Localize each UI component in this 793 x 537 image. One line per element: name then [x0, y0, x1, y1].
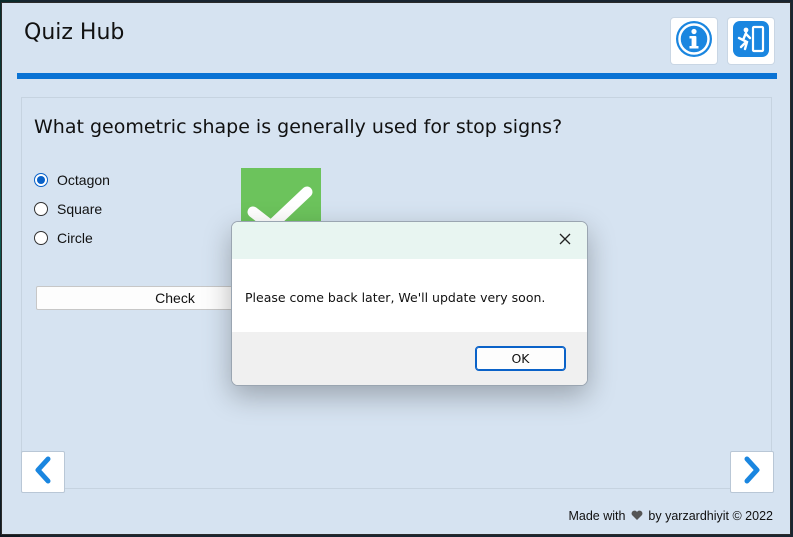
radio-circle[interactable] — [34, 231, 48, 245]
radio-octagon[interactable] — [34, 173, 48, 187]
message-dialog: Please come back later, We'll update ver… — [231, 221, 588, 386]
info-icon — [674, 19, 714, 63]
dialog-close-button[interactable] — [555, 230, 575, 250]
question-text: What geometric shape is generally used f… — [34, 116, 563, 138]
option-circle[interactable]: Circle — [34, 230, 93, 246]
chevron-left-icon — [31, 455, 55, 489]
option-octagon[interactable]: Octagon — [34, 172, 110, 188]
close-icon — [558, 231, 572, 250]
footer-made-with: Made with — [568, 509, 626, 523]
dialog-message: Please come back later, We'll update ver… — [245, 290, 546, 305]
option-label: Octagon — [57, 172, 110, 188]
radio-square[interactable] — [34, 202, 48, 216]
footer-author: by yarzardhiyit — [648, 509, 730, 523]
option-label: Circle — [57, 230, 93, 246]
option-square[interactable]: Square — [34, 201, 102, 217]
option-label: Square — [57, 201, 103, 217]
dialog-titlebar — [232, 222, 587, 259]
exit-button[interactable] — [728, 18, 774, 64]
header-accent-bar — [17, 73, 777, 79]
next-button[interactable] — [730, 451, 774, 493]
heart-icon — [629, 509, 648, 523]
exit-door-icon — [731, 19, 771, 63]
chevron-right-icon — [740, 455, 764, 489]
info-button[interactable] — [671, 18, 717, 64]
app-title: Quiz Hub — [24, 20, 125, 45]
footer-credit: Made with by yarzardhiyit © 2022 — [568, 509, 773, 523]
dialog-footer: OK — [232, 332, 587, 385]
previous-button[interactable] — [21, 451, 65, 493]
footer-copyright: © 2022 — [732, 509, 774, 523]
ok-button[interactable]: OK — [475, 346, 566, 371]
